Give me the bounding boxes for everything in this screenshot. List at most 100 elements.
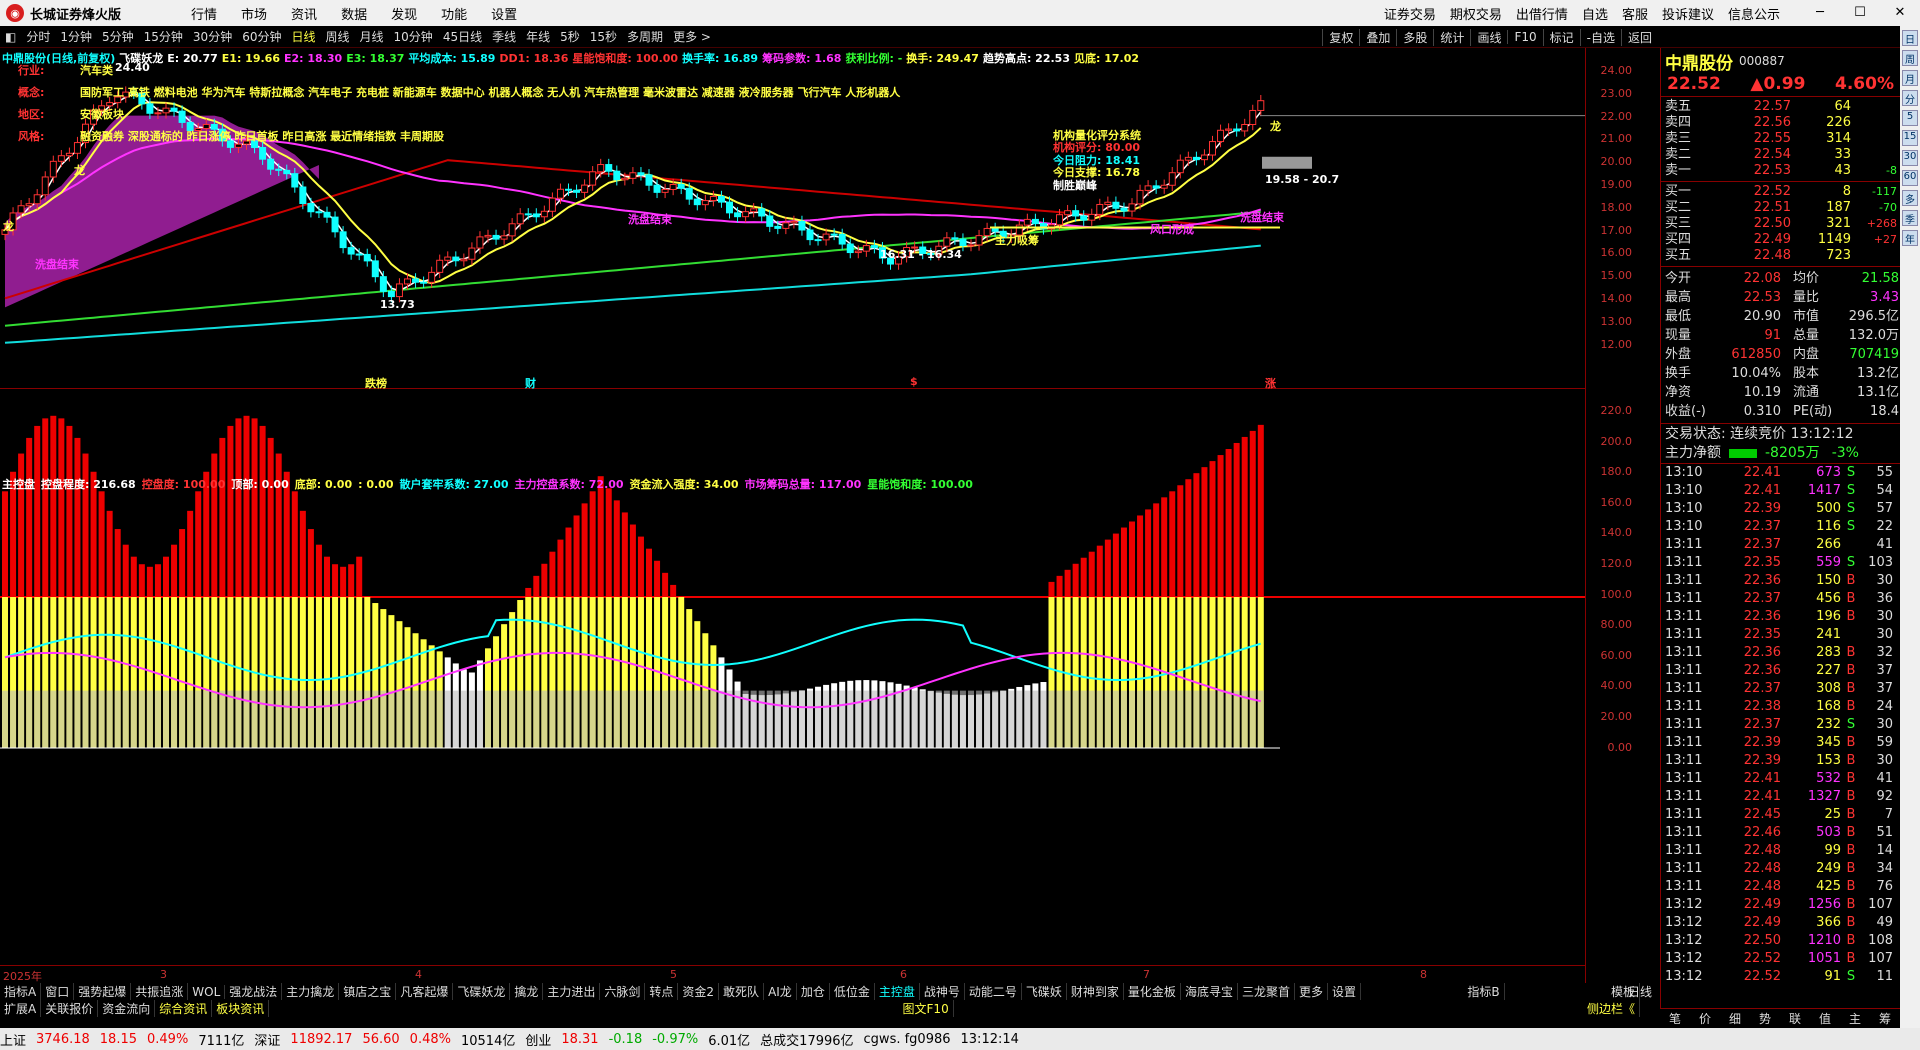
indicator-tab[interactable]: 飞碟妖: [1022, 983, 1067, 1000]
top-menu-item[interactable]: 自选: [1582, 4, 1608, 23]
indicator-tab[interactable]: 主力进出: [543, 983, 601, 1000]
period-tab[interactable]: 季线: [487, 28, 521, 45]
panel-tab[interactable]: 势: [1750, 1009, 1780, 1028]
info-tab-right[interactable]: 侧边栏《: [1583, 1000, 1640, 1017]
period-tab[interactable]: 45日线: [438, 28, 487, 45]
menu-item[interactable]: 数据: [341, 8, 367, 23]
indicator-tab[interactable]: 战神号: [920, 983, 965, 1000]
period-tab[interactable]: 15分钟: [139, 28, 188, 45]
period-tab[interactable]: 月线: [355, 28, 389, 45]
indicator-tab[interactable]: 飞碟妖龙: [453, 983, 511, 1000]
info-tab[interactable]: 综合资讯: [155, 1000, 213, 1017]
minimize-icon[interactable]: ─: [1800, 0, 1840, 26]
side-period-icon[interactable]: 15: [1902, 130, 1918, 146]
chart-tool-button[interactable]: 复权: [1322, 28, 1359, 46]
indicator-tab[interactable]: 主力擒龙: [282, 983, 340, 1000]
indicator-tab[interactable]: 六脉剑: [600, 983, 646, 1000]
indicator-tab[interactable]: 加仓: [797, 983, 830, 1000]
period-tab[interactable]: 5分钟: [97, 28, 139, 45]
indicator-tab[interactable]: 量化金板: [1124, 983, 1181, 1000]
info-tab[interactable]: 板块资讯: [212, 1000, 270, 1017]
indicator-tab[interactable]: 强龙战法: [225, 983, 283, 1000]
period-tab[interactable]: 周线: [321, 28, 355, 45]
top-menu-item[interactable]: 证券交易: [1384, 4, 1436, 23]
top-menu-item[interactable]: 期权交易: [1450, 4, 1502, 23]
top-menu-item[interactable]: 投诉建议: [1662, 4, 1714, 23]
indicator-tab[interactable]: 擒龙: [510, 983, 544, 1000]
indicator-tab[interactable]: 强势起爆: [74, 983, 132, 1000]
top-menu-item[interactable]: 客服: [1622, 4, 1648, 23]
side-period-icon[interactable]: 月: [1902, 70, 1918, 86]
menu-item[interactable]: 行情: [191, 8, 217, 23]
indicator-tab[interactable]: 转点: [645, 983, 679, 1000]
layout-toggle-icon[interactable]: ◧: [0, 30, 21, 44]
period-tab[interactable]: 年线: [521, 28, 555, 45]
period-tab[interactable]: 多周期: [622, 28, 668, 45]
panel-tab[interactable]: 笔: [1660, 1009, 1690, 1028]
indicator-tab[interactable]: 镇店之宝: [339, 983, 397, 1000]
kline-chart-area[interactable]: 中鼎股份(日线,前复权) 飞碟妖龙 E: 20.77 E1: 19.66 E2: 18.…: [0, 48, 1640, 983]
chart-tool-button[interactable]: 标记: [1542, 28, 1580, 46]
side-period-icon[interactable]: 60: [1902, 170, 1918, 186]
panel-tab[interactable]: 联: [1780, 1009, 1810, 1028]
close-icon[interactable]: ✕: [1880, 0, 1920, 26]
side-period-icon[interactable]: 分: [1902, 90, 1918, 106]
chart-tool-button[interactable]: 返回: [1620, 28, 1658, 46]
maximize-icon[interactable]: ☐: [1840, 0, 1880, 26]
indicator-tab[interactable]: 资金2: [678, 983, 720, 1000]
indicator-tab[interactable]: 财神到家: [1067, 983, 1124, 1000]
menu-item[interactable]: 市场: [241, 8, 267, 23]
period-tab[interactable]: 30分钟: [188, 28, 237, 45]
indicator-tab[interactable]: 指标A: [0, 983, 42, 1000]
period-tab[interactable]: 1分钟: [55, 28, 97, 45]
info-tab[interactable]: 资金流向: [98, 1000, 156, 1017]
indicator-tab[interactable]: 海底寻宝: [1181, 983, 1238, 1000]
indicator-tab[interactable]: 低位金: [830, 983, 875, 1000]
menu-item[interactable]: 功能: [441, 8, 467, 23]
side-period-icon[interactable]: 周: [1902, 50, 1918, 66]
info-tab-right[interactable]: 图文F10: [899, 1000, 954, 1017]
indicator-tab[interactable]: 动能二号: [965, 983, 1022, 1000]
indicator-tab-b[interactable]: 指标B: [1463, 983, 1505, 1000]
side-period-icon[interactable]: 年: [1902, 230, 1918, 246]
chart-tool-button[interactable]: 叠加: [1359, 28, 1396, 46]
menu-item[interactable]: 资讯: [291, 8, 317, 23]
side-period-icon[interactable]: 5: [1902, 110, 1918, 126]
indicator-tab[interactable]: 凡客起爆: [396, 983, 454, 1000]
menu-item[interactable]: 设置: [491, 8, 517, 23]
panel-tab[interactable]: 筹: [1870, 1009, 1900, 1028]
info-tab[interactable]: 扩展A: [0, 1000, 42, 1017]
menu-item[interactable]: 发现: [391, 8, 417, 23]
chart-tool-button[interactable]: 统计: [1433, 28, 1470, 46]
chart-tool-button[interactable]: F10: [1507, 30, 1542, 44]
panel-tab[interactable]: 细: [1720, 1009, 1750, 1028]
panel-tab[interactable]: 价: [1690, 1009, 1720, 1028]
indicator-tab[interactable]: 主控盘: [875, 983, 920, 1000]
tick-list[interactable]: 13:10 22.41 673 S 55 13:10 22.41 1417 S 54 13:10 22…: [1661, 463, 1900, 986]
indicator-tab[interactable]: 敢死队: [719, 983, 765, 1000]
side-period-icon[interactable]: 季: [1902, 210, 1918, 226]
top-menu-item[interactable]: 信息公示: [1728, 4, 1780, 23]
indicator-tab[interactable]: 窗口: [41, 983, 75, 1000]
period-tab[interactable]: 60分钟: [237, 28, 286, 45]
period-tab[interactable]: 15秒: [585, 28, 622, 45]
period-tab[interactable]: 10分钟: [389, 28, 438, 45]
day-line-label[interactable]: 日线: [1620, 983, 1660, 1000]
indicator-tab[interactable]: WOL: [188, 984, 226, 999]
period-tab[interactable]: 日线: [286, 28, 320, 45]
side-period-icon[interactable]: 日: [1902, 30, 1918, 46]
indicator-tab[interactable]: 更多: [1295, 983, 1328, 1000]
panel-tab[interactable]: 主: [1840, 1009, 1870, 1028]
indicator-tab[interactable]: 设置: [1328, 983, 1361, 1000]
period-tab[interactable]: 更多 >: [668, 28, 716, 45]
period-tab[interactable]: 分时: [21, 28, 55, 45]
period-tab[interactable]: 5秒: [555, 28, 585, 45]
top-menu-item[interactable]: 出借行情: [1516, 4, 1568, 23]
chart-tool-button[interactable]: -自选: [1579, 28, 1621, 46]
chart-tool-button[interactable]: 画线: [1470, 28, 1507, 46]
indicator-tab[interactable]: 三龙聚首: [1238, 983, 1295, 1000]
indicator-tab[interactable]: AI龙: [764, 983, 797, 1000]
side-period-icon[interactable]: 30: [1902, 150, 1918, 166]
info-tab[interactable]: 关联报价: [41, 1000, 99, 1017]
side-period-icon[interactable]: 多: [1902, 190, 1918, 206]
